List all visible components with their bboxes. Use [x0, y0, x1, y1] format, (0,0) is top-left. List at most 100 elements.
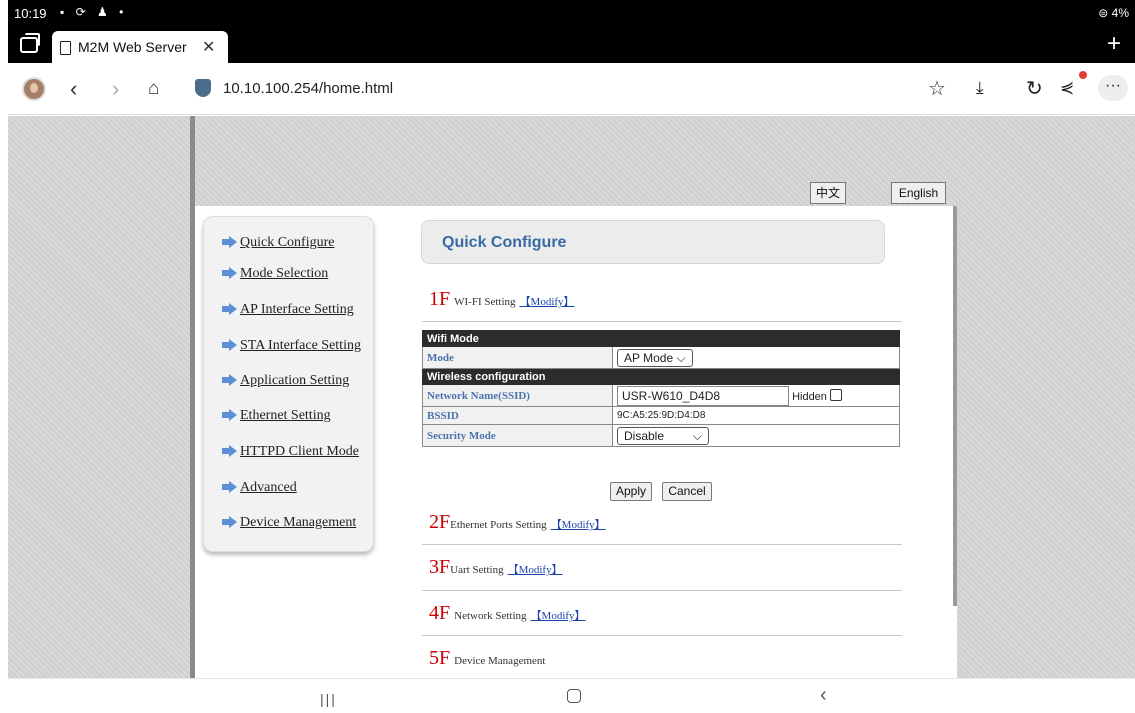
recent-apps-icon[interactable]: ||| — [320, 691, 337, 707]
section-3f: 3FUart Setting 【Modify】 — [429, 556, 563, 579]
divider — [422, 544, 902, 545]
url-field[interactable]: 10.10.100.254/home.html — [223, 80, 393, 97]
arrow-icon — [222, 445, 237, 457]
section-number: 3F — [429, 556, 451, 578]
wifi-config-table: Wifi Mode Mode AP Mode ⌵ Wireless config… — [422, 330, 900, 447]
arrow-icon — [222, 516, 237, 528]
tab-strip: M2M Web Server ✕ + — [8, 28, 1135, 63]
hidden-checkbox[interactable] — [829, 388, 842, 401]
download-icon[interactable]: ⤓ — [976, 78, 984, 98]
status-time: 10:19 — [14, 6, 47, 21]
browser-tab[interactable]: M2M Web Server ✕ — [52, 31, 228, 63]
section-label: Network Setting — [454, 610, 527, 622]
security-mode-select[interactable]: Disable ⌵ — [617, 426, 709, 445]
back-icon[interactable]: ‹ — [70, 76, 77, 102]
mode-label: Mode — [422, 346, 613, 369]
page-icon — [60, 41, 71, 55]
nav-label: Advanced — [240, 480, 297, 495]
tab-close-icon[interactable]: ✕ — [202, 37, 215, 57]
panel-edge — [953, 206, 957, 606]
section-label: WI-FI Setting — [454, 296, 516, 308]
nav-advanced[interactable]: Advanced — [222, 480, 297, 496]
tab-title: M2M Web Server — [78, 39, 187, 55]
section-3f-modify-link[interactable]: 【Modify】 — [508, 564, 563, 576]
profile-avatar[interactable] — [22, 77, 46, 101]
new-tab-icon[interactable]: + — [1107, 30, 1121, 58]
nav-label: AP Interface Setting — [240, 302, 354, 317]
hidden-label: Hidden — [792, 390, 827, 403]
page-title-box: Quick Configure — [421, 220, 885, 264]
section-1f: 1F WI-FI Setting 【Modify】 — [429, 288, 575, 311]
chevron-down-icon: ⌵ — [676, 350, 686, 365]
nav-mode-selection[interactable]: Mode Selection — [222, 266, 328, 282]
cancel-button[interactable]: Cancel — [662, 482, 712, 501]
nav-label: Mode Selection — [240, 266, 329, 281]
divider — [422, 321, 902, 322]
section-2f-modify-link[interactable]: 【Modify】 — [551, 519, 606, 531]
signal-battery: ⊜ 4% — [1098, 6, 1129, 20]
address-bar: ‹ › ⌂ 10.10.100.254/home.html ☆ ⤓ ↻ ⋞ ··… — [8, 63, 1135, 115]
ssid-input[interactable]: USR-W610_D4D8 — [617, 385, 789, 406]
mode-select-value: AP Mode — [624, 350, 674, 365]
section-number: 2F — [429, 511, 451, 533]
wireless-config-header: Wireless configuration — [422, 368, 900, 385]
bssid-label: BSSID — [422, 406, 613, 425]
ssid-label: Network Name(SSID) — [422, 384, 613, 407]
nav-httpd-client[interactable]: HTTPD Client Mode — [222, 444, 359, 460]
section-number: 1F — [429, 288, 451, 310]
system-back-icon[interactable]: ‹ — [820, 684, 827, 707]
section-5f: 5F Device Management — [429, 647, 545, 670]
bookmark-star-icon[interactable]: ☆ — [928, 76, 946, 101]
reload-icon[interactable]: ↻ — [1026, 76, 1043, 101]
nav-label: Quick Configure — [240, 235, 335, 250]
status-bar: 10:19 ▪ ⟳ ♟ • ⊜ 4% — [8, 0, 1135, 28]
section-label: Device Management — [454, 655, 546, 667]
divider — [422, 590, 902, 591]
share-notification-dot — [1079, 71, 1087, 79]
mode-select[interactable]: AP Mode ⌵ — [617, 348, 693, 367]
page-title: Quick Configure — [442, 234, 567, 251]
nav-label: Ethernet Setting — [240, 408, 331, 423]
wifi-mode-header: Wifi Mode — [422, 330, 900, 347]
nav-device-management[interactable]: Device Management — [222, 515, 356, 531]
tabs-overview-icon[interactable] — [20, 33, 40, 53]
divider — [422, 635, 902, 636]
web-content: 中文 English Quick Configure Mode Selectio… — [8, 116, 1135, 678]
section-4f: 4F Network Setting 【Modify】 — [429, 602, 586, 625]
home-icon[interactable]: ⌂ — [148, 78, 159, 100]
nav-label: Device Management — [240, 515, 357, 530]
more-menu-icon[interactable]: ··· — [1098, 75, 1128, 101]
section-1f-modify-link[interactable]: 【Modify】 — [520, 296, 575, 308]
arrow-icon — [222, 374, 237, 386]
security-mode-label: Security Mode — [422, 424, 613, 447]
chinese-language-button[interactable]: 中文 — [810, 182, 846, 204]
arrow-icon — [222, 236, 237, 248]
section-number: 5F — [429, 647, 451, 669]
arrow-icon — [222, 481, 237, 493]
arrow-icon — [222, 339, 237, 351]
forward-icon[interactable]: › — [112, 76, 119, 102]
english-language-button[interactable]: English — [891, 182, 946, 204]
share-icon[interactable]: ⋞ — [1060, 78, 1074, 98]
apply-button[interactable]: Apply — [610, 482, 652, 501]
section-4f-modify-link[interactable]: 【Modify】 — [531, 610, 586, 622]
site-security-icon[interactable] — [195, 79, 211, 97]
arrow-icon — [222, 409, 237, 421]
notification-icons: ▪ ⟳ ♟ • — [60, 5, 128, 19]
nav-ethernet[interactable]: Ethernet Setting — [222, 408, 331, 424]
bssid-value: 9C:A5:25:9D:D4:D8 — [612, 406, 900, 425]
home-button-icon[interactable] — [567, 689, 581, 703]
system-nav-bar: ||| ‹ — [8, 678, 1135, 713]
arrow-icon — [222, 267, 237, 279]
nav-quick-configure[interactable]: Quick Configure — [222, 235, 334, 251]
section-number: 4F — [429, 602, 451, 624]
arrow-icon — [222, 303, 237, 315]
nav-label: HTTPD Client Mode — [240, 444, 359, 459]
nav-ap-interface[interactable]: AP Interface Setting — [222, 302, 354, 318]
nav-label: STA Interface Setting — [240, 338, 361, 353]
nav-label: Application Setting — [240, 373, 350, 388]
nav-sta-interface[interactable]: STA Interface Setting — [222, 338, 361, 354]
nav-application[interactable]: Application Setting — [222, 373, 349, 389]
section-label: Ethernet Ports Setting — [450, 519, 547, 531]
section-label: Uart Setting — [450, 564, 504, 576]
